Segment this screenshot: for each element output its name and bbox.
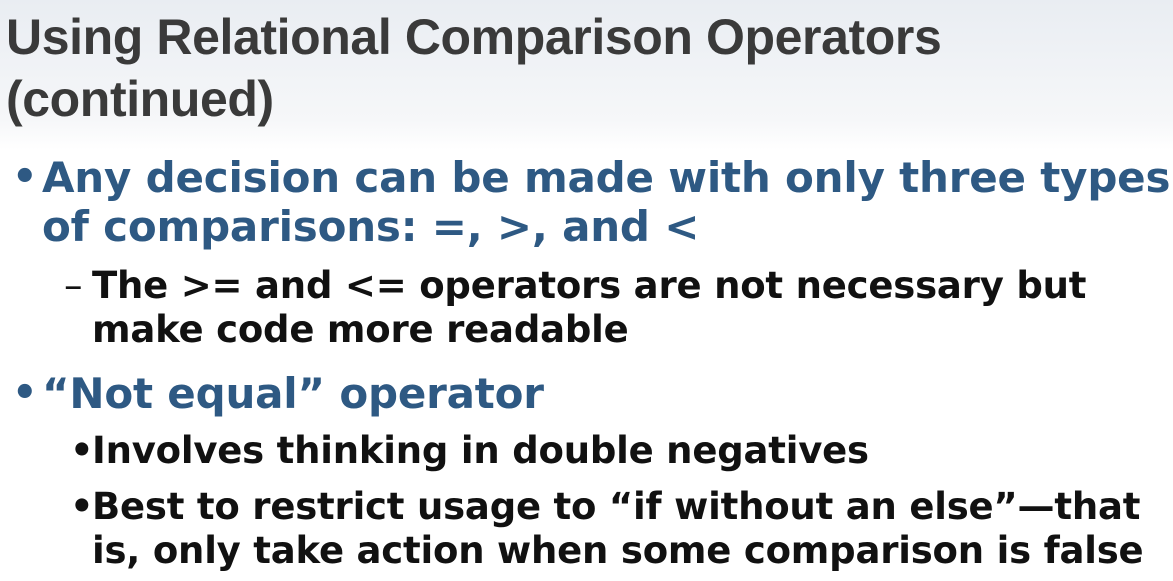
bullet-three-comparisons: • Any decision can be made with only thr…: [12, 153, 1171, 251]
sub-bullet-double-negatives: • Involves thinking in double negatives: [70, 429, 869, 473]
sub-bullet-text-line-2: is, only take action when some compariso…: [92, 529, 1144, 572]
bullet-text-line-2: of comparisons: =, >, and <: [42, 202, 700, 251]
sub-bullet-text-line-1: Best to restrict usage to “if without an…: [92, 485, 1141, 528]
sub-bullet-text-line-1: Involves thinking in double negatives: [92, 429, 869, 472]
dash-marker: –: [64, 264, 83, 307]
bullet-marker: •: [12, 370, 38, 416]
sub-bullet-text-line-1: The >= and <= operators are not necessar…: [92, 264, 1087, 307]
bullet-marker: •: [70, 485, 94, 528]
bullet-text-line-1: “Not equal” operator: [42, 369, 544, 418]
sub-bullet-restrict-usage: • Best to restrict usage to “if without …: [70, 485, 1144, 573]
bullet-marker: •: [12, 154, 38, 200]
slide-title-line-1: Using Relational Comparison Operators: [6, 9, 942, 65]
slide-title: Using Relational Comparison Operators (c…: [6, 6, 1166, 130]
sub-bullet-text-line-2: make code more readable: [92, 308, 629, 351]
slide-title-line-2: (continued): [6, 71, 274, 127]
slide: Using Relational Comparison Operators (c…: [0, 0, 1173, 581]
bullet-text-line-1: Any decision can be made with only three…: [42, 153, 1171, 202]
sub-bullet-operators-not-necessary: – The >= and <= operators are not necess…: [64, 264, 1087, 352]
bullet-marker: •: [70, 429, 94, 472]
bullet-not-equal-operator: • “Not equal” operator: [12, 369, 544, 418]
